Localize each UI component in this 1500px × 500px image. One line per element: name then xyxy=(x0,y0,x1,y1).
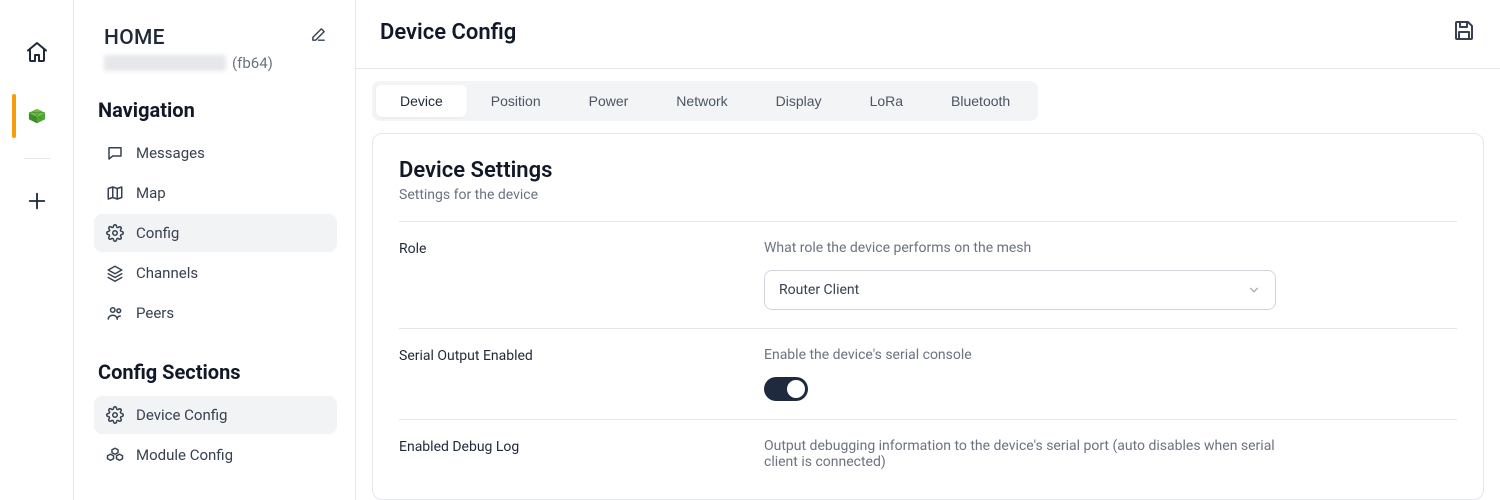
config-section-device[interactable]: Device Config xyxy=(94,396,337,434)
nav-item-channels[interactable]: Channels xyxy=(94,254,337,292)
sidebar-title: HOME xyxy=(104,26,165,50)
home-icon xyxy=(25,40,49,64)
device-id-redacted xyxy=(104,55,226,71)
tab-device[interactable]: Device xyxy=(376,85,467,117)
save-button[interactable] xyxy=(1452,18,1476,46)
message-icon xyxy=(106,144,124,162)
settings-panel: Device Settings Settings for the device … xyxy=(372,133,1484,500)
tab-power[interactable]: Power xyxy=(565,85,653,117)
save-icon xyxy=(1452,18,1476,42)
edit-button[interactable] xyxy=(310,26,327,47)
field-row-debug: Enabled Debug Log Output debugging infor… xyxy=(399,419,1457,488)
sidebar: HOME (fb64) Navigation Messages Map Conf… xyxy=(74,0,356,500)
rail-home-button[interactable] xyxy=(13,28,61,76)
nav-item-config[interactable]: Config xyxy=(94,214,337,252)
main-content: Device Config Device Position Power Netw… xyxy=(356,0,1500,500)
nav-label: Peers xyxy=(136,304,174,322)
config-sections-heading: Config Sections xyxy=(98,360,337,384)
icon-rail xyxy=(0,0,74,500)
pencil-square-icon xyxy=(310,26,327,43)
nav-label: Config xyxy=(136,224,179,242)
users-icon xyxy=(106,304,124,322)
device-short-id: (fb64) xyxy=(232,54,273,72)
gear-icon xyxy=(106,406,124,424)
nav-item-peers[interactable]: Peers xyxy=(94,294,337,332)
nav-label: Messages xyxy=(136,144,205,162)
main-header: Device Config xyxy=(356,0,1500,69)
tab-network[interactable]: Network xyxy=(652,85,751,117)
chevron-down-icon xyxy=(1247,283,1261,297)
field-row-role: Role What role the device performs on th… xyxy=(399,221,1457,328)
nav-heading: Navigation xyxy=(98,98,337,122)
page-title: Device Config xyxy=(380,20,516,45)
nav-list: Messages Map Config Channels Peers xyxy=(94,134,337,332)
rail-add-button[interactable] xyxy=(13,177,61,225)
plus-icon xyxy=(26,190,48,212)
panel-subtitle: Settings for the device xyxy=(399,187,1457,203)
config-tabs: Device Position Power Network Display Lo… xyxy=(372,81,1038,121)
layers-icon xyxy=(106,264,124,282)
mesh-logo-icon xyxy=(24,103,50,129)
field-description: What role the device performs on the mes… xyxy=(764,240,1457,256)
nav-label: Device Config xyxy=(136,406,227,424)
tab-lora[interactable]: LoRa xyxy=(846,85,927,117)
tab-position[interactable]: Position xyxy=(467,85,565,117)
gear-icon xyxy=(106,224,124,242)
nav-label: Module Config xyxy=(136,446,233,464)
nav-label: Channels xyxy=(136,264,198,282)
tabs-container: Device Position Power Network Display Lo… xyxy=(356,69,1500,121)
field-label: Enabled Debug Log xyxy=(399,438,764,470)
select-value: Router Client xyxy=(779,282,859,298)
config-section-module[interactable]: Module Config xyxy=(94,436,337,474)
toggle-knob xyxy=(787,380,805,398)
rail-divider xyxy=(24,158,50,159)
tab-display[interactable]: Display xyxy=(752,85,846,117)
rail-logo-button[interactable] xyxy=(13,92,61,140)
boxes-icon xyxy=(106,446,124,464)
tab-bluetooth[interactable]: Bluetooth xyxy=(927,85,1034,117)
nav-label: Map xyxy=(136,184,166,202)
map-icon xyxy=(106,184,124,202)
panel-title: Device Settings xyxy=(399,158,1457,183)
field-label: Serial Output Enabled xyxy=(399,347,764,401)
active-indicator xyxy=(12,94,16,138)
nav-item-map[interactable]: Map xyxy=(94,174,337,212)
field-description: Enable the device's serial console xyxy=(764,347,1457,363)
field-row-serial: Serial Output Enabled Enable the device'… xyxy=(399,328,1457,419)
field-description: Output debugging information to the devi… xyxy=(764,438,1276,470)
nav-item-messages[interactable]: Messages xyxy=(94,134,337,172)
role-select[interactable]: Router Client xyxy=(764,270,1276,310)
field-label: Role xyxy=(399,240,764,310)
config-sections-list: Device Config Module Config xyxy=(94,396,337,474)
serial-toggle[interactable] xyxy=(764,377,808,401)
